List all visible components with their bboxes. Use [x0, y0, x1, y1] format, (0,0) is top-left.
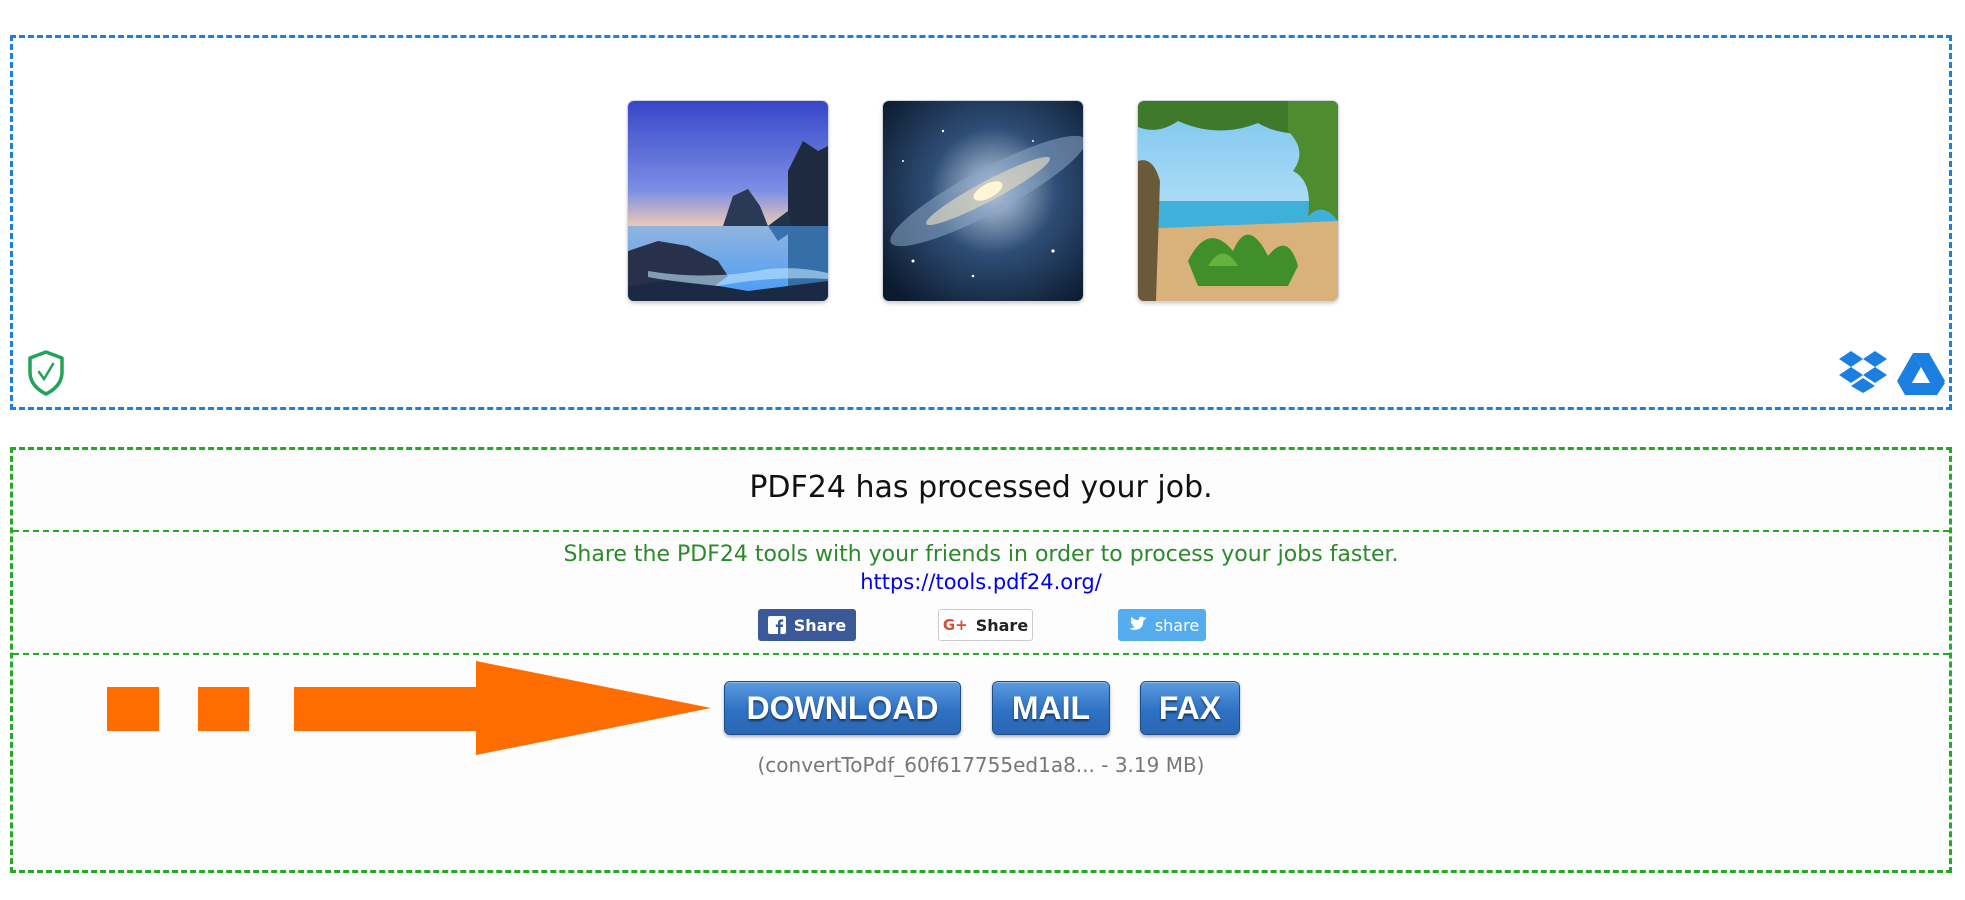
share-link[interactable]: https://tools.pdf24.org/: [13, 570, 1949, 594]
download-button[interactable]: DOWNLOAD: [724, 681, 961, 735]
google-plus-icon: G+: [942, 616, 968, 634]
share-message: Share the PDF24 tools with your friends …: [563, 542, 1399, 567]
twitter-icon: [1128, 616, 1147, 630]
google-drive-icon[interactable]: [1896, 352, 1946, 396]
divider: [13, 530, 1949, 532]
twitter-share-label: share: [1154, 615, 1200, 635]
thumbnail-galaxy[interactable]: [883, 101, 1083, 301]
shield-check-icon: [28, 350, 64, 396]
file-upload-area[interactable]: [10, 35, 1952, 410]
thumbnail-coastal-rock[interactable]: [628, 101, 828, 301]
thumbnail-tropical-beach[interactable]: [1138, 101, 1338, 301]
result-title: PDF24 has processed your job.: [749, 470, 1213, 505]
google-plus-share-label: Share: [975, 615, 1029, 635]
facebook-icon: [767, 616, 786, 634]
file-info: (convertToPdf_60f617755ed1a8... - 3.19 M…: [757, 753, 1205, 777]
dropbox-icon[interactable]: [1837, 350, 1889, 394]
orange-arrow-annotation: [107, 661, 711, 755]
mail-button[interactable]: MAIL: [992, 681, 1110, 735]
fax-button[interactable]: FAX: [1140, 681, 1240, 735]
facebook-share-label: Share: [793, 615, 847, 635]
divider: [13, 653, 1949, 655]
google-plus-share-button[interactable]: G+ Share: [938, 609, 1033, 641]
facebook-share-button[interactable]: Share: [758, 609, 856, 641]
twitter-share-button[interactable]: share: [1118, 609, 1206, 641]
